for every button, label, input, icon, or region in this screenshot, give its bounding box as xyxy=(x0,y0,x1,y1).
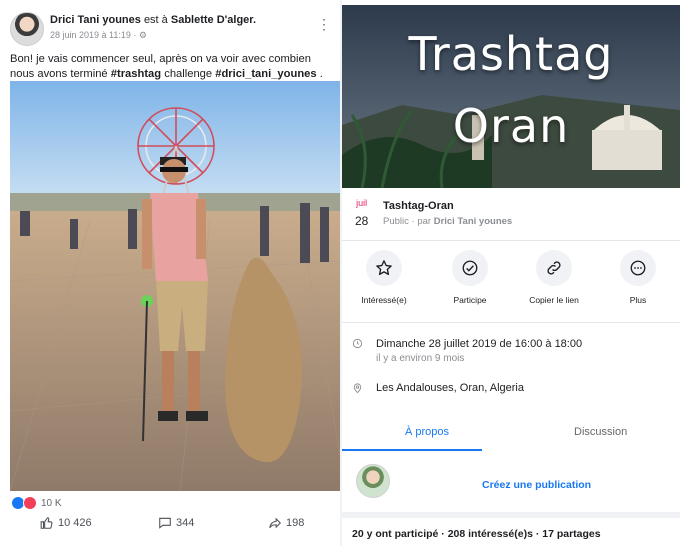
cover-title-line1: Trashtag xyxy=(408,27,614,81)
event-host[interactable]: Drici Tani younes xyxy=(434,216,512,227)
author-line: Drici Tani younes est à Sablette D'alger… xyxy=(50,14,256,26)
post-timestamp[interactable]: 28 juin 2019 à 11:19 xyxy=(50,30,131,40)
interested-label: Intéressé(e) xyxy=(361,295,407,305)
create-post-link[interactable]: Créez une publication xyxy=(482,479,591,491)
tab-discussion[interactable]: Discussion xyxy=(574,426,627,438)
check-circle-icon xyxy=(462,260,478,276)
event-panel: Trashtag Oran juil 28 Tashtag-Oran Publi… xyxy=(342,0,680,546)
event-subtitle: Public · par Drici Tani younes xyxy=(383,216,512,227)
more-circle xyxy=(620,250,656,286)
more-label: Plus xyxy=(629,295,647,305)
going-circle xyxy=(452,250,488,286)
comment-count: 344 xyxy=(176,517,195,529)
author-avatar[interactable] xyxy=(10,12,44,46)
link-icon xyxy=(547,261,561,275)
clock-icon xyxy=(352,338,366,352)
tab-about[interactable]: À propos xyxy=(405,426,449,438)
cover-title-line2: Oran xyxy=(452,99,570,153)
share-icon xyxy=(269,517,281,529)
user-avatar xyxy=(356,464,390,498)
author-name[interactable]: Drici Tani younes xyxy=(50,14,141,26)
event-by-prefix: · par xyxy=(411,216,432,227)
event-stats-bar: 20 y ont participé · 208 intéressé(e)s ·… xyxy=(342,512,680,546)
post-photo[interactable] xyxy=(10,81,341,491)
checkin-place[interactable]: Sablette D'alger. xyxy=(171,14,256,26)
globe-icon: · ⚙ xyxy=(133,30,147,40)
event-month: juil xyxy=(356,198,368,208)
more-icon xyxy=(630,260,646,276)
event-action-buttons: Intéressé(e) Participe Copier le lien Pl… xyxy=(342,250,680,312)
like-button[interactable]: 10 426 xyxy=(40,516,92,530)
interested-button[interactable]: Intéressé(e) xyxy=(342,250,426,305)
event-visibility: Public xyxy=(383,216,409,227)
post-meta: 28 juin 2019 à 11:19 · ⚙ xyxy=(50,30,147,41)
more-button[interactable]: Plus xyxy=(596,250,680,305)
hashtag-drici[interactable]: #drici_tani_younes xyxy=(215,68,316,80)
share-count: 198 xyxy=(286,517,305,529)
post-text: Bon! je vais commencer seul, après on va… xyxy=(10,52,332,82)
separator xyxy=(342,322,680,323)
event-tabs: À propos Discussion xyxy=(342,420,680,452)
share-button[interactable]: 198 xyxy=(268,516,304,530)
post-header: Drici Tani younes est à Sablette D'alger… xyxy=(10,10,335,50)
reaction-summary[interactable]: 10 K xyxy=(12,496,62,510)
post-actions: 10 426 344 198 xyxy=(0,516,342,540)
event-datetime: Dimanche 28 juillet 2019 de 16:00 à 18:0… xyxy=(376,338,583,350)
event-title: Tashtag-Oran xyxy=(383,200,454,212)
going-button[interactable]: Participe xyxy=(428,250,512,305)
checkin-prefix: est à xyxy=(143,14,168,26)
post-panel: Drici Tani younes est à Sablette D'alger… xyxy=(0,0,342,546)
post-text-end: . xyxy=(316,68,323,80)
event-datetime-row: Dimanche 28 juillet 2019 de 16:00 à 18:0… xyxy=(352,338,582,364)
thumbs-up-icon xyxy=(40,517,53,529)
post-text-mid: challenge xyxy=(161,68,216,80)
separator xyxy=(342,240,680,241)
compose-row[interactable]: Créez une publication xyxy=(342,452,680,512)
post-menu-icon[interactable]: ⋮ xyxy=(317,16,331,33)
event-stats: 20 y ont participé · 208 intéressé(e)s ·… xyxy=(352,528,601,540)
star-icon xyxy=(376,260,392,276)
copy-link-label: Copier le lien xyxy=(529,295,579,305)
event-date-badge: juil 28 xyxy=(355,198,368,228)
comment-icon xyxy=(159,517,171,529)
hashtag-trashtag[interactable]: #trashtag xyxy=(111,68,161,80)
event-location: Les Andalouses, Oran, Algeria xyxy=(376,382,524,394)
copy-link-circle xyxy=(536,250,572,286)
love-reaction-icon xyxy=(23,496,37,510)
like-count: 10 426 xyxy=(58,517,92,529)
interested-circle xyxy=(366,250,402,286)
location-pin-icon xyxy=(352,382,366,397)
event-cover[interactable]: Trashtag Oran xyxy=(342,5,680,188)
beach-photo-illustration xyxy=(10,81,341,491)
active-tab-indicator xyxy=(342,449,482,451)
event-location-row[interactable]: Les Andalouses, Oran, Algeria xyxy=(352,382,524,397)
event-relative-time: il y a environ 9 mois xyxy=(376,353,465,364)
copy-link-button[interactable]: Copier le lien xyxy=(512,250,596,305)
reaction-count: 10 K xyxy=(41,497,62,509)
event-day: 28 xyxy=(355,214,369,228)
going-label: Participe xyxy=(453,295,487,305)
comment-button[interactable]: 344 xyxy=(158,516,194,530)
